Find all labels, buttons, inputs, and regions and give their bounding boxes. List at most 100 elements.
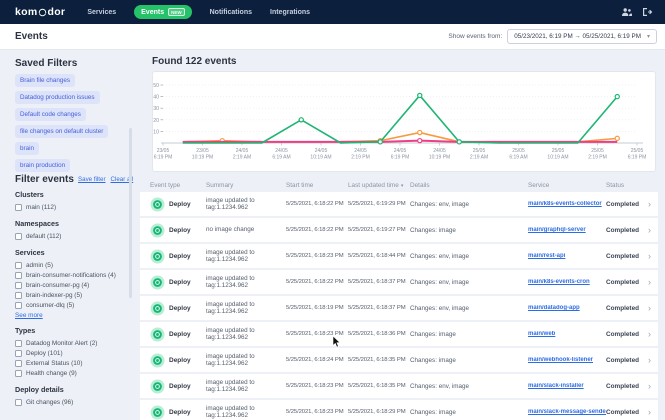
svg-text:20: 20 [153,118,159,124]
show-events-from-label: Show events from: [448,33,503,40]
service-link[interactable]: main/graphql-server [528,227,606,233]
service-link[interactable]: main/k8s-events-collector [528,201,606,207]
table-row[interactable]: Deploy no image change 5/25/2021, 6:18:22 … [140,218,658,242]
row-chevron-icon[interactable]: › [648,329,658,339]
service-link[interactable]: main/slack-installer [528,383,606,389]
service-link[interactable]: main/rest-api [528,253,606,259]
checkbox[interactable] [15,359,22,367]
filter-option[interactable]: External Status (10) [15,358,135,368]
checkbox[interactable] [15,281,22,289]
filter-group-deploy-details: Deploy details Git changes (96) [15,385,135,407]
summary-cell: image updated to tag:1.1234.962 [206,196,255,212]
table-row[interactable]: Deploy image updated to tag:1.1234.962 5/2… [140,296,658,320]
row-chevron-icon[interactable]: › [648,381,658,391]
saved-filter-chip[interactable]: Brain file changes [15,74,76,87]
event-type-cell: Deploy [150,405,206,420]
service-link[interactable]: main/k8s-events-cron [528,279,606,285]
status-badge: Completed [606,304,640,312]
nav-item-services[interactable]: Services [87,9,116,16]
saved-filter-chip[interactable]: file changes on default cluster [15,125,109,138]
row-chevron-icon[interactable]: › [648,355,658,365]
saved-filter-chip[interactable]: Datadog production issues [15,91,100,104]
column-header-service[interactable]: Service [528,182,606,189]
checkbox[interactable] [15,301,22,309]
column-header-details[interactable]: Details [410,182,528,189]
checkbox[interactable] [15,339,22,347]
logout-icon[interactable] [642,7,653,17]
table-row[interactable]: Deploy image updated to tag:1.1234.962 5/2… [140,400,658,420]
team-icon[interactable] [621,7,633,17]
filters-sidebar: Saved Filters Brain file changes Datadog … [0,50,140,420]
details-cell: Changes: env, image [410,252,470,260]
filter-option[interactable]: Datadog Monitor Alert (2) [15,338,135,348]
saved-filter-chip[interactable]: brain production [15,159,71,172]
service-link[interactable]: main/webhook-listener [528,357,606,363]
filter-option[interactable]: default (112) [15,231,135,241]
service-link[interactable]: main/datadog-app [528,305,606,311]
service-link[interactable]: main/web [528,331,606,337]
table-row[interactable]: Deploy image updated to tag:1.1234.962 5/2… [140,270,658,294]
row-chevron-icon[interactable]: › [648,407,658,417]
filter-option[interactable]: consumer-dlq (5) [15,300,135,310]
filter-option[interactable]: brain-consumer-notifications (4) [15,270,135,280]
column-header-status[interactable]: Status [606,182,648,189]
table-row[interactable]: Deploy image updated to tag:1.1234.962 5/2… [140,244,658,268]
status-badge: Completed [606,252,640,260]
svg-text:24/056:19 PM: 24/05 6:19 PM [391,148,410,161]
service-link[interactable]: main/slack-message-sender [528,409,606,415]
row-chevron-icon[interactable]: › [648,303,658,313]
series-pink-marker [417,137,423,144]
saved-filter-chip[interactable]: brain [15,142,40,155]
checkbox[interactable] [15,349,22,357]
checkbox[interactable] [15,232,22,240]
checkbox[interactable] [15,369,22,377]
column-header-last-updated-time[interactable]: Last updated time ▾ [348,182,410,189]
summary-cell: image updated to tag:1.1234.962 [206,378,255,394]
filter-option[interactable]: brain-indexer-pg (5) [15,290,135,300]
table-row[interactable]: Deploy image updated to tag:1.1234.962 5/2… [140,348,658,372]
navbar-right-actions [621,0,653,24]
filter-option[interactable]: main (112) [15,202,135,212]
see-more-link[interactable]: See more [15,312,135,319]
filter-option[interactable]: Deploy (101) [15,348,135,358]
checkbox[interactable] [15,398,22,406]
komodor-events-page: kom dor Services Events NEW Notifications In… [0,0,665,420]
row-chevron-icon[interactable]: › [648,225,658,235]
filter-groups: Clusters main (112) Namespaces default (112… [15,190,135,414]
date-range-select[interactable]: 05/23/2021, 6:19 PM → 05/25/2021, 6:19 P… [507,29,657,44]
save-filter-link[interactable]: Save filter [78,176,106,183]
summary-cell: no image change [206,226,255,234]
table-row[interactable]: Deploy image updated to tag:1.1234.962 5/2… [140,192,658,216]
column-header-summary[interactable]: Summary [206,182,286,189]
nav-item-events[interactable]: Events NEW [134,5,192,19]
filter-option[interactable]: admin (5) [15,260,135,270]
nav-item-notifications[interactable]: Notifications [210,9,252,16]
column-header-event-type[interactable]: Event type [150,182,206,189]
column-header-start-time[interactable]: Start time [286,182,348,189]
summary-cell: image updated to tag:1.1234.962 [206,274,255,290]
table-row[interactable]: Deploy image updated to tag:1.1234.962 5/2… [140,322,658,346]
table-row[interactable]: Deploy image updated to tag:1.1234.962 5/2… [140,374,658,398]
filter-option[interactable]: Git changes (96) [15,397,135,407]
checkbox[interactable] [15,261,22,269]
filter-group-title: Clusters [15,190,44,199]
checkbox[interactable] [15,271,22,279]
row-chevron-icon[interactable]: › [648,251,658,261]
checkbox[interactable] [15,291,22,299]
filter-option-label: Datadog Monitor Alert (2) [26,339,98,347]
komodor-logo[interactable]: kom dor [15,6,65,18]
checkbox[interactable] [15,203,22,211]
row-chevron-icon[interactable]: › [648,199,658,209]
event-type-label: Deploy [169,330,191,338]
filter-option[interactable]: Health change (9) [15,368,135,378]
deploy-event-icon [150,327,165,341]
start-time-cell: 5/25/2021, 6:18:23 PM [286,383,344,389]
events-table-header: Event type Summary Start time Last updated … [140,178,658,192]
main-nav: Services Events NEW Notifications Integratio… [87,5,310,19]
filter-option[interactable]: brain-consumer-pg (4) [15,280,135,290]
nav-item-integrations[interactable]: Integrations [270,9,310,16]
row-chevron-icon[interactable]: › [648,277,658,287]
saved-filter-chip[interactable]: Default code changes [15,108,86,121]
last-updated-cell: 5/25/2021, 6:18:35 PM [348,383,406,389]
sidebar-scrollbar[interactable] [129,128,132,298]
